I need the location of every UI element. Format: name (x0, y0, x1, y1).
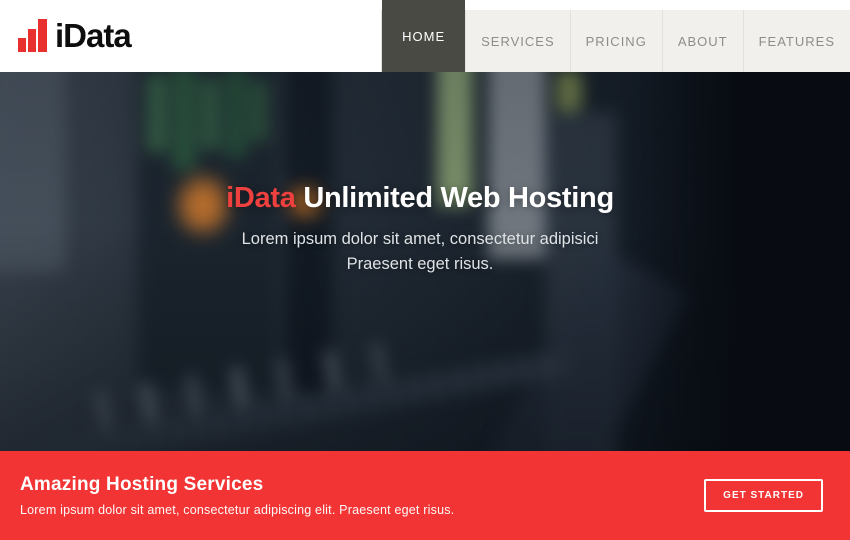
hero-title: iData Unlimited Web Hosting (0, 182, 840, 215)
cta-description: Lorem ipsum dolor sit amet, consectetur … (20, 503, 454, 517)
hero-title-accent: iData (226, 182, 295, 214)
hero-content: iData Unlimited Web Hosting Lorem ipsum … (0, 182, 840, 277)
hero-title-rest: Unlimited Web Hosting (303, 182, 614, 214)
nav-item-features[interactable]: FEATURES (743, 10, 850, 72)
hero-subtitle: Lorem ipsum dolor sit amet, consectetur … (0, 227, 840, 277)
get-started-button[interactable]: GET STARTED (704, 479, 823, 512)
bar-chart-logo-icon (18, 19, 47, 53)
page: iData HOME SERVICES PRICING ABOUT FEATUR… (0, 0, 850, 540)
nav-item-home[interactable]: HOME (382, 0, 465, 72)
cta-bar: Amazing Hosting Services Lorem ipsum dol… (0, 451, 850, 540)
cta-heading: Amazing Hosting Services (20, 474, 454, 496)
logo-text: iData (55, 17, 131, 55)
logo[interactable]: iData (0, 0, 131, 72)
hero-subtitle-line1: Lorem ipsum dolor sit amet, consectetur … (0, 227, 840, 252)
cta-text-block: Amazing Hosting Services Lorem ipsum dol… (20, 474, 454, 517)
hero-section: iData Unlimited Web Hosting Lorem ipsum … (0, 72, 850, 451)
hero-subtitle-line2: Praesent eget risus. (0, 252, 840, 277)
nav-item-services[interactable]: SERVICES (465, 10, 570, 72)
nav-item-pricing[interactable]: PRICING (570, 10, 662, 72)
nav-item-about[interactable]: ABOUT (662, 10, 743, 72)
header: iData HOME SERVICES PRICING ABOUT FEATUR… (0, 0, 850, 72)
main-nav: HOME SERVICES PRICING ABOUT FEATURES (381, 10, 850, 72)
